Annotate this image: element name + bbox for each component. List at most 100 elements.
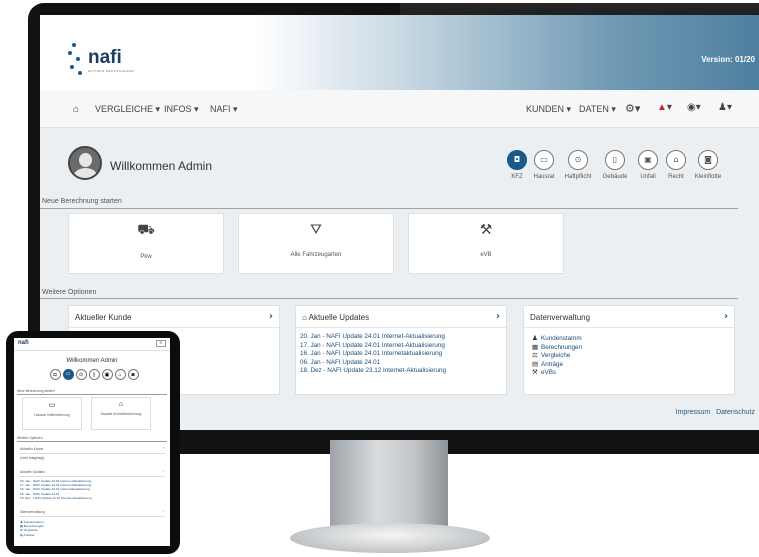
warning-icon[interactable]: ▲▾ — [657, 102, 672, 113]
divider — [19, 476, 165, 477]
chevron-right-icon[interactable]: › — [724, 311, 728, 322]
monitor-stand — [330, 440, 448, 532]
version-label: Version: 01/20 — [701, 55, 755, 64]
section-more: Weitere Optionen — [42, 289, 97, 296]
user-icon[interactable]: ♟▾ — [718, 102, 732, 113]
chevron-right-icon[interactable]: › — [269, 311, 273, 322]
gavel-icon: ⚒ — [532, 369, 538, 377]
update-item[interactable]: 18. Dez - NAFI Update 23.12 Internet-Akt… — [20, 496, 92, 500]
category-gebaeude[interactable]: ▯ Gebäude — [597, 150, 633, 180]
divider — [40, 208, 738, 209]
bed-icon: ▭ — [534, 150, 554, 170]
category-kleinflotte[interactable]: ◙ Kleinflotte — [690, 150, 726, 180]
daten-item[interactable]: ▤ Anträge — [532, 361, 726, 370]
tablet-daten[interactable]: Datenverwaltung — [20, 510, 45, 514]
panel-title: Aktueller Kunde — [69, 306, 279, 328]
shield-icon: ⊙ — [568, 150, 588, 170]
tablet-logo[interactable]: nafi — [18, 340, 29, 346]
bell-icon: ⌂ — [302, 313, 307, 322]
main-nav: ⌂ VERGLEICHE ▾ INFOS ▾ NAFI ▾ KUNDEN ▾ D… — [40, 90, 759, 128]
tablet-kunde-sub: (nicht festgelegt) — [20, 456, 45, 460]
chevron-right-icon[interactable]: › — [496, 311, 500, 322]
tablet-screen: nafi ≡ Willkommen Admin ◘ ▭ ⊙ ▯ ▣ ⌂ ◙ Ne… — [14, 338, 170, 546]
avatar — [68, 146, 102, 180]
scale-icon: ⚖ — [532, 352, 538, 360]
tablet-welcome: Willkommen Admin — [66, 358, 118, 364]
daten-item[interactable]: ▤ Anträge — [20, 533, 44, 537]
category-hausrat[interactable]: ▭ Hausrat — [526, 150, 562, 180]
tablet-categories: ◘ ▭ ⊙ ▯ ▣ ⌂ ◙ — [44, 369, 144, 380]
tile-evb[interactable]: ⚒ eVB — [408, 213, 564, 274]
update-item[interactable]: 16. Jan - NAFI Update 24.01 Internetaktu… — [300, 350, 502, 359]
impressum-link[interactable]: Impressum — [676, 409, 711, 416]
tablet-header: nafi ≡ — [14, 338, 170, 351]
tile-pkw[interactable]: ⛟ Pkw — [68, 213, 224, 274]
nav-infos[interactable]: INFOS ▾ — [164, 104, 199, 115]
eye-icon[interactable]: ◉▾ — [687, 102, 701, 113]
file-icon: ▤ — [532, 360, 538, 368]
bed-icon[interactable]: ▭ — [62, 369, 74, 380]
building-icon[interactable]: ▯ — [88, 369, 100, 380]
chevron-right-icon[interactable]: › — [163, 446, 164, 450]
bed-icon: ▭ — [48, 402, 56, 409]
logo-subtitle: ACTURIS DEUTSCHLAND — [88, 69, 135, 73]
nav-nafi[interactable]: NAFI ▾ — [210, 104, 238, 115]
panel-title: Datenverwaltung — [524, 306, 734, 328]
shield-icon[interactable]: ⊙ — [75, 369, 87, 380]
logo-dots-icon — [68, 43, 90, 77]
update-item[interactable]: 17. Jan - NAFI Update 24.01 Internet-Akt… — [300, 342, 502, 351]
car-icon: ◘ — [507, 150, 527, 170]
welcome-title: Willkommen Admin — [110, 159, 213, 173]
gavel-icon: ⚒ — [479, 222, 493, 238]
chevron-right-icon[interactable]: › — [163, 509, 164, 513]
tablet-kunde[interactable]: Aktueller Kunde — [20, 447, 43, 451]
update-item[interactable]: 20. Jan - NAFI Update 24.01 Internet-Akt… — [300, 333, 502, 342]
tile-alle-fahrzeugarten[interactable]: ⛛ Alle Fahrzeugarten — [238, 213, 394, 274]
daten-item[interactable]: ⚖ Vergleiche — [532, 352, 726, 361]
car-icon: ⛟ — [137, 222, 155, 238]
medkit-icon[interactable]: ▣ — [101, 369, 113, 380]
daten-item[interactable]: ⚒ eVBs — [532, 369, 726, 378]
update-item[interactable]: 16. Jan - NAFI Update 24.01 Internetaktu… — [20, 487, 92, 491]
monitor-base — [290, 523, 490, 553]
tablet-tile-schnell[interactable]: ⌂ Hausrat Schnellberechnung — [91, 397, 151, 430]
hamburger-menu-icon[interactable]: ≡ — [156, 340, 166, 347]
cars-icon[interactable]: ◙ — [127, 369, 139, 380]
home-icon[interactable]: ⌂ — [73, 104, 79, 115]
category-recht[interactable]: ⌂ Recht — [658, 150, 694, 180]
divider — [19, 453, 165, 454]
daten-item[interactable]: ▦ Berechnungen — [532, 344, 726, 353]
divider — [40, 298, 738, 299]
tablet-section-more: Weitere Optionen — [17, 436, 43, 440]
bank-icon: ⌂ — [118, 401, 124, 408]
daten-list: ♟ Kundenstamm ▦ Berechnungen ⚖ Vergleiche ▤… — [524, 328, 734, 385]
brand-header: nafi ACTURIS DEUTSCHLAND Version: 01/20 — [40, 15, 759, 90]
update-item[interactable]: 18. Dez - NAFI Update 23.12 Internet-Akt… — [300, 367, 502, 376]
gear-icon[interactable]: ⚙▾ — [625, 102, 640, 115]
update-item[interactable]: 06. Jan - NAFI Update 24.01 — [300, 359, 502, 368]
panel-title: ⌂ Aktuelle Updates — [296, 306, 506, 328]
users-icon: ♟ — [532, 335, 538, 342]
nav-daten[interactable]: DATEN ▾ — [579, 104, 616, 115]
updates-list: 20. Jan - NAFI Update 24.01 Internet-Akt… — [296, 328, 506, 381]
daten-item[interactable]: ♟ Kundenstamm — [532, 335, 726, 344]
nav-vergleiche[interactable]: VERGLEICHE ▾ — [95, 104, 160, 115]
tablet-tile-voll[interactable]: ▭ Hausrat Vollberechnung — [22, 397, 82, 430]
calculator-icon: ▦ — [532, 343, 538, 351]
divider — [17, 441, 167, 442]
tablet-daten-list: ♟ Kundenstamm ▦ Berechnungen ⚖ Vergleich… — [20, 520, 44, 537]
bank-icon[interactable]: ⌂ — [114, 369, 126, 380]
logo-text[interactable]: nafi — [88, 47, 122, 69]
chevron-right-icon[interactable]: › — [163, 469, 164, 473]
road-icon: ⛛ — [310, 222, 322, 238]
building-icon: ▯ — [605, 150, 625, 170]
divider — [19, 516, 165, 517]
tablet-updates-list: 20. Jan - NAFI Update 24.01 Internet-Akt… — [20, 479, 92, 500]
tablet-updates[interactable]: Aktuelle Updates — [20, 470, 45, 474]
divider — [17, 394, 167, 395]
datenschutz-link[interactable]: Datenschutz — [716, 409, 755, 416]
cars-icon: ◙ — [698, 150, 718, 170]
car-icon[interactable]: ◘ — [49, 369, 61, 380]
category-haftpflicht[interactable]: ⊙ Haftpflicht — [560, 150, 596, 180]
nav-kunden[interactable]: KUNDEN ▾ — [526, 104, 571, 115]
